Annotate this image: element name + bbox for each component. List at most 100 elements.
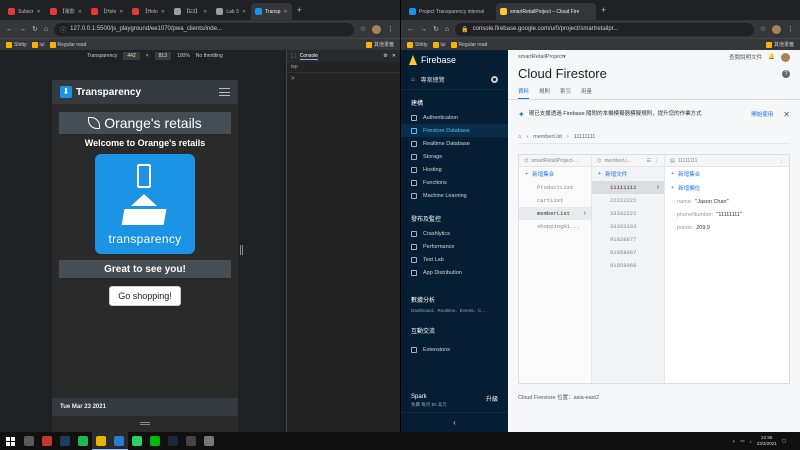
chevron-down-icon[interactable]: ▾ <box>563 54 566 60</box>
taskbar-app[interactable] <box>74 432 92 450</box>
browser-tab[interactable]: 【電影 ✕ <box>46 3 86 20</box>
device-select[interactable]: Transparency <box>87 53 117 59</box>
sidebar-item-test-lab[interactable]: Test Lab <box>401 253 508 266</box>
taskbar-app[interactable] <box>128 432 146 450</box>
home-icon[interactable]: ⌂ <box>44 26 48 33</box>
width-input[interactable]: 442 <box>123 52 140 60</box>
close-icon[interactable]: ✕ <box>78 9 82 15</box>
project-selector[interactable]: smartRetailProject <box>518 54 563 60</box>
star-icon[interactable]: ☆ <box>760 25 766 33</box>
close-icon[interactable]: ✕ <box>119 9 123 15</box>
document-item[interactable]: 33332222 <box>592 207 664 220</box>
menu-icon[interactable]: ⋮ <box>654 158 659 164</box>
collection-item[interactable]: cartList <box>519 194 591 207</box>
filter-icon[interactable]: ☰ <box>647 158 651 164</box>
browser-tab[interactable]: 【E3】 ✕ <box>170 3 211 20</box>
bookmark-item[interactable]: Regular read <box>450 41 487 48</box>
document-item[interactable]: 91058067 <box>592 246 664 259</box>
taskbar-app[interactable] <box>146 432 164 450</box>
close-icon[interactable]: ✕ <box>392 53 396 59</box>
collection-item[interactable]: shoppingHi... <box>519 220 591 233</box>
clock[interactable]: 22:56 23/3/2021 <box>757 435 777 447</box>
avatar[interactable] <box>781 52 790 62</box>
other-bookmarks[interactable]: 其他書籤 <box>365 41 394 48</box>
document-item[interactable]: 91058068 <box>592 259 664 272</box>
sidebar-item-performance[interactable]: Performance <box>401 240 508 253</box>
throttle-select[interactable]: No throttling <box>196 53 223 59</box>
gear-icon[interactable] <box>491 76 498 83</box>
hamburger-icon[interactable] <box>219 88 230 96</box>
other-bookmarks[interactable]: 其他書籤 <box>765 41 794 48</box>
close-icon[interactable]: ✕ <box>203 9 207 15</box>
sidebar-item-machine-learning[interactable]: Machine Learning <box>401 189 508 202</box>
help-icon[interactable]: ? <box>782 69 790 78</box>
document-item[interactable]: 22222222 <box>592 194 664 207</box>
network-icon[interactable]: ▭ <box>740 438 744 444</box>
section-analytics[interactable]: 數據分析 <box>401 279 508 308</box>
height-input[interactable]: 813 <box>154 52 171 60</box>
breadcrumb-item[interactable]: 11111111 <box>574 134 596 140</box>
bookmark-item[interactable]: Regular read <box>49 41 86 48</box>
tab-indexes[interactable]: 索引 <box>560 87 571 99</box>
taskbar-app[interactable] <box>20 432 38 450</box>
bookmark-item[interactable]: lul <box>432 41 446 48</box>
home-icon[interactable]: ⌂ <box>445 26 449 33</box>
sidebar-item-crashlytics[interactable]: Crashlytics <box>401 227 508 240</box>
browser-tab[interactable]: 【Holo ✕ <box>128 3 169 20</box>
bookmark-item[interactable]: lul <box>31 41 45 48</box>
resize-handle-bottom[interactable] <box>140 422 150 425</box>
taskbar-app[interactable] <box>56 432 74 450</box>
gear-icon[interactable]: ⚙ <box>383 53 387 59</box>
address-bar[interactable]: 🔒 console.firebase.google.com/u/0/project… <box>455 22 754 36</box>
bell-icon[interactable]: 🔔 <box>768 54 775 60</box>
get-started-button[interactable]: 開始使用 <box>751 110 773 118</box>
brand-name[interactable]: Transparency <box>76 87 141 98</box>
context-select[interactable]: top <box>291 64 298 70</box>
browser-tab[interactable]: Lab 3 ✕ <box>212 3 250 20</box>
home-icon[interactable]: ⌂ <box>518 134 521 140</box>
sidebar-item-app-distribution[interactable]: App Distribution <box>401 266 508 279</box>
tab-data[interactable]: 資料 <box>518 87 530 99</box>
add-document-button[interactable]: + 新增文件 <box>592 167 664 181</box>
menu-icon[interactable]: ⋮ <box>387 25 394 33</box>
sidebar-item-functions[interactable]: Functions <box>401 176 508 189</box>
avatar[interactable] <box>772 24 781 34</box>
close-icon[interactable]: ✕ <box>283 9 287 15</box>
back-icon[interactable]: ← <box>407 26 414 33</box>
add-field-button[interactable]: + 新增欄位 <box>665 181 789 195</box>
tab-console[interactable]: Console <box>299 53 319 60</box>
close-icon[interactable]: ✕ <box>783 110 790 119</box>
project-overview-row[interactable]: ⌂ 專案總覽 <box>401 70 508 90</box>
document-item[interactable]: 33333333 <box>592 220 664 233</box>
tab-usage[interactable]: 用量 <box>581 87 592 99</box>
browser-tab[interactable]: Subscr ✕ <box>4 3 45 20</box>
taskbar-app[interactable] <box>164 432 182 450</box>
collection-item[interactable]: ProductList <box>519 181 591 194</box>
reload-icon[interactable]: ↻ <box>32 25 38 33</box>
sidebar-item-firestore[interactable]: Firestore Database <box>401 124 508 137</box>
add-collection-button[interactable]: + 新增集合 <box>519 167 591 181</box>
close-icon[interactable]: ✕ <box>37 9 41 15</box>
forward-icon[interactable]: → <box>19 26 26 33</box>
product-name[interactable]: Firebase <box>421 55 456 65</box>
star-icon[interactable]: ☆ <box>360 25 366 33</box>
resize-handle[interactable] <box>240 245 243 255</box>
browser-tab-active[interactable]: Transp ✕ <box>251 3 292 20</box>
new-tab-button[interactable]: + <box>293 5 306 15</box>
document-item-selected[interactable]: 11111111 › <box>592 181 664 194</box>
collapse-sidebar-button[interactable]: ‹ <box>401 412 508 432</box>
sidebar-item-realtime-database[interactable]: Realtime Database <box>401 137 508 150</box>
volume-icon[interactable]: ♪ <box>749 439 751 444</box>
taskbar-app[interactable] <box>38 432 56 450</box>
add-subcollection-button[interactable]: + 新增集合 <box>665 167 789 181</box>
start-button[interactable] <box>0 432 20 450</box>
bookmark-item[interactable]: Shitty <box>407 41 428 48</box>
tab-rules[interactable]: 規則 <box>539 87 550 99</box>
bookmark-item[interactable]: Shitty <box>6 41 27 48</box>
menu-icon[interactable]: ⋮ <box>787 25 794 33</box>
field-row[interactable]: name: "Jason Chan" <box>665 195 789 208</box>
browser-tab-active[interactable]: smartRetailProject – Cloud Fire <box>496 3 596 20</box>
browser-tab[interactable]: 【Holo ✕ <box>87 3 128 20</box>
close-icon[interactable]: ✕ <box>161 9 165 15</box>
go-shopping-button[interactable]: Go shopping! <box>109 286 181 306</box>
